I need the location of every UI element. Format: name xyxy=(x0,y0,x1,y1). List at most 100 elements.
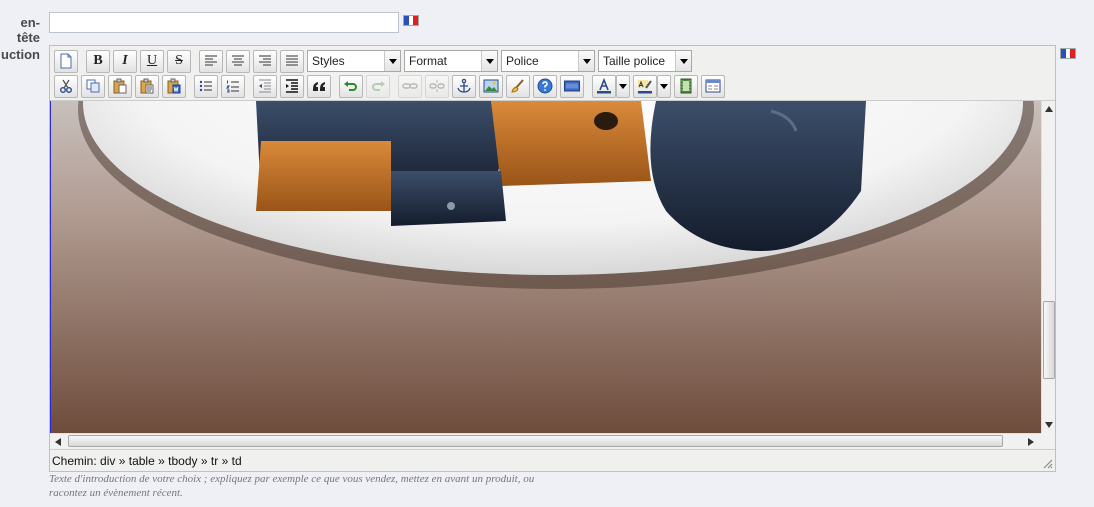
help-button[interactable] xyxy=(533,74,557,98)
strikethrough-button[interactable]: S xyxy=(167,49,191,73)
text-color-dropdown[interactable] xyxy=(616,74,630,98)
redo-button[interactable] xyxy=(366,74,390,98)
new-document-icon xyxy=(60,53,72,69)
outdent-button[interactable] xyxy=(253,74,277,98)
path-separator: » xyxy=(158,454,165,468)
chevron-down-icon xyxy=(481,51,497,71)
blockquote-icon xyxy=(313,82,325,91)
numbered-list-icon xyxy=(225,80,239,93)
template-icon xyxy=(705,79,721,93)
unlink-button[interactable] xyxy=(425,74,449,98)
police-select[interactable]: Police xyxy=(501,50,595,72)
image-button[interactable] xyxy=(479,74,503,98)
cleanup-button[interactable] xyxy=(506,74,530,98)
help-icon xyxy=(537,78,553,94)
align-center-icon xyxy=(232,55,244,66)
paste-word-icon xyxy=(167,78,181,94)
strikethrough-icon: S xyxy=(175,53,183,68)
highlight-color-button[interactable] xyxy=(633,74,657,98)
link-button[interactable] xyxy=(398,74,422,98)
vertical-scrollbar[interactable] xyxy=(1041,101,1055,433)
bullet-list-button[interactable] xyxy=(194,74,218,98)
italic-button[interactable]: I xyxy=(113,49,137,73)
scroll-up-arrow-icon[interactable] xyxy=(1045,106,1053,112)
html-source-button[interactable] xyxy=(560,74,584,98)
path-item-td[interactable]: td xyxy=(232,454,242,468)
justify-button[interactable] xyxy=(280,49,304,73)
text-color-button[interactable] xyxy=(592,74,616,98)
path-item-tbody[interactable]: tbody xyxy=(168,454,197,468)
redo-icon xyxy=(372,81,385,91)
indent-button[interactable] xyxy=(280,74,304,98)
underline-button[interactable]: U xyxy=(140,49,164,73)
image-icon xyxy=(483,79,499,93)
unlink-icon xyxy=(429,80,445,92)
product-banner-image xyxy=(51,101,1041,433)
path-item-table[interactable]: table xyxy=(129,454,155,468)
scroll-right-arrow-icon[interactable] xyxy=(1028,438,1034,446)
scroll-corner xyxy=(1041,433,1055,448)
align-center-button[interactable] xyxy=(226,49,250,73)
outdent-icon xyxy=(259,79,271,93)
path-separator: » xyxy=(118,454,126,468)
anchor-icon xyxy=(457,78,471,93)
format-select[interactable]: Format xyxy=(404,50,498,72)
cleanup-icon xyxy=(511,79,524,93)
path-item-div[interactable]: div xyxy=(100,454,115,468)
insert-media-button[interactable] xyxy=(674,74,698,98)
new-document-button[interactable] xyxy=(54,49,78,73)
undo-button[interactable] xyxy=(339,74,363,98)
paste-word-button[interactable] xyxy=(162,74,186,98)
align-left-icon xyxy=(205,55,217,66)
header-field-label: en-tête xyxy=(16,15,40,45)
bold-button[interactable]: B xyxy=(86,49,110,73)
highlight-color-icon xyxy=(638,80,652,94)
copy-button[interactable] xyxy=(81,74,105,98)
paste-icon xyxy=(113,78,127,94)
highlight-color-dropdown[interactable] xyxy=(657,74,671,98)
anchor-button[interactable] xyxy=(452,74,476,98)
align-left-button[interactable] xyxy=(199,49,223,73)
horizontal-scroll-thumb[interactable] xyxy=(68,435,1003,447)
cut-button[interactable] xyxy=(54,74,78,98)
link-icon xyxy=(402,83,418,89)
bold-icon: B xyxy=(93,53,103,68)
editor-content-area[interactable] xyxy=(50,101,1041,433)
header-input[interactable] xyxy=(49,12,399,33)
paste-text-icon xyxy=(140,78,154,94)
path-item-tr[interactable]: tr xyxy=(211,454,218,468)
path-separator: » xyxy=(221,454,229,468)
paste-button[interactable] xyxy=(108,74,132,98)
horizontal-scrollbar[interactable] xyxy=(50,433,1041,448)
resize-handle-icon[interactable] xyxy=(1043,459,1053,469)
numbered-list-button[interactable] xyxy=(221,74,245,98)
chevron-down-icon xyxy=(660,83,668,89)
underline-icon: U xyxy=(146,53,158,68)
blockquote-button[interactable] xyxy=(307,74,331,98)
template-button[interactable] xyxy=(701,74,725,98)
copy-icon xyxy=(86,79,100,93)
text-color-icon xyxy=(597,78,611,94)
paste-text-button[interactable] xyxy=(135,74,159,98)
scroll-down-arrow-icon[interactable] xyxy=(1045,422,1053,428)
html-icon xyxy=(564,80,580,92)
justify-icon xyxy=(286,55,298,66)
bullet-list-icon xyxy=(199,80,212,92)
scroll-left-arrow-icon[interactable] xyxy=(55,438,61,446)
toolbar-row-1: B I U S Styles Format Police Taille poli… xyxy=(54,49,695,73)
undo-icon xyxy=(344,81,357,91)
rich-text-editor: B I U S Styles Format Police Taille poli… xyxy=(49,45,1056,472)
indent-icon xyxy=(286,79,298,93)
taille-police-select[interactable]: Taille police xyxy=(598,50,692,72)
italic-icon: I xyxy=(122,53,128,68)
editor-toolbar: B I U S Styles Format Police Taille poli… xyxy=(50,46,1055,101)
styles-select[interactable]: Styles xyxy=(307,50,401,72)
element-path-bar: Chemin: div » table » tbody » tr » td xyxy=(50,449,1055,471)
police-select-label: Police xyxy=(506,54,539,68)
align-right-button[interactable] xyxy=(253,49,277,73)
help-text: Texte d'introduction de votre choix ; ex… xyxy=(49,473,535,499)
vertical-scroll-thumb[interactable] xyxy=(1043,301,1055,379)
flag-fr-icon[interactable] xyxy=(403,15,419,26)
styles-select-label: Styles xyxy=(312,54,345,68)
flag-fr-icon-2[interactable] xyxy=(1060,48,1076,59)
